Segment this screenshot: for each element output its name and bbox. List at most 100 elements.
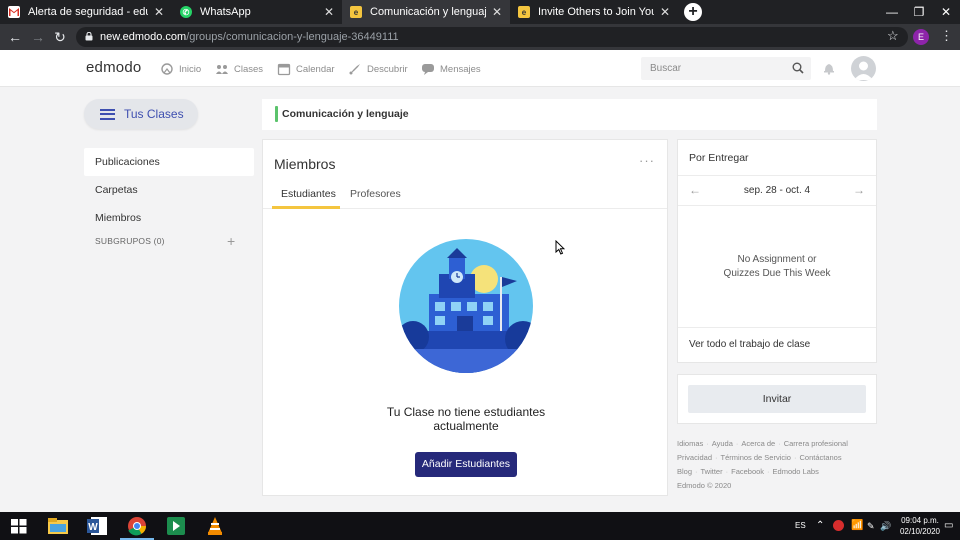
nav-label: Mensajes xyxy=(440,63,481,75)
file-explorer-icon[interactable] xyxy=(47,516,69,536)
members-tabs: Estudiantes Profesores xyxy=(263,185,667,209)
browser-tab-title: Alerta de seguridad - educapren xyxy=(28,6,148,18)
footer-link-carrera[interactable]: Carrera profesional xyxy=(784,439,848,448)
tab-profesores[interactable]: Profesores xyxy=(350,188,410,209)
week-date-range: sep. 28 - oct. 4 xyxy=(743,185,811,196)
tray-chevron-icon[interactable]: ⌃ xyxy=(816,512,824,540)
reload-icon[interactable]: ↻ xyxy=(51,28,69,46)
footer-link-terminos[interactable]: Términos de Servicio xyxy=(721,453,791,462)
edmodo-header: edmodo Inicio Clases Calendar Descubrir … xyxy=(0,50,960,87)
browser-tab-title: WhatsApp xyxy=(200,6,251,18)
add-subgroup-icon[interactable]: + xyxy=(227,234,239,248)
edmodo-icon: e xyxy=(350,6,362,18)
home-icon xyxy=(161,63,173,75)
view-all-classwork-link[interactable]: Ver todo el trabajo de clase xyxy=(689,339,810,350)
browser-tab-edmodo-class[interactable]: e Comunicación y lenguaje | Edmo ✕ xyxy=(342,0,510,24)
forward-icon[interactable]: → xyxy=(29,28,47,46)
invite-card: Invitar xyxy=(677,374,877,424)
sidebar-item-publicaciones[interactable]: Publicaciones xyxy=(84,148,254,176)
footer-link-contactanos[interactable]: Contáctanos xyxy=(799,453,841,462)
profile-avatar[interactable]: E xyxy=(913,29,929,45)
notifications-bell-icon[interactable] xyxy=(822,61,836,75)
svg-text:W: W xyxy=(88,522,98,533)
user-silhouette-icon xyxy=(854,61,873,80)
clock-date: 02/10/2020 xyxy=(899,527,941,536)
messages-icon xyxy=(422,64,434,75)
url-field[interactable]: new.edmodo.com/groups/comunicacion-y-len… xyxy=(76,27,908,47)
nav-label: Inicio xyxy=(179,63,202,75)
nav-calendar[interactable]: Calendar xyxy=(277,61,335,77)
classes-icon xyxy=(216,65,228,74)
close-tab-icon[interactable]: ✕ xyxy=(324,5,334,19)
new-tab-icon[interactable]: + xyxy=(684,3,702,21)
browser-tab-whatsapp[interactable]: ✆ WhatsApp ✕ xyxy=(172,0,342,24)
footer-link-ayuda[interactable]: Ayuda xyxy=(712,439,733,448)
browser-menu-icon[interactable]: ⋮ xyxy=(940,28,953,44)
taskbar-clock[interactable]: 09:04 p.m. 02/10/2020 xyxy=(890,515,950,537)
user-avatar[interactable] xyxy=(851,56,876,81)
nav-label: Descubrir xyxy=(367,63,408,75)
footer-link-privacidad[interactable]: Privacidad xyxy=(677,453,712,462)
browser-tab-invite[interactable]: e Invite Others to Join Your Class/ ✕ xyxy=(510,0,678,24)
close-window-icon[interactable]: ✕ xyxy=(933,0,959,24)
calendar-icon xyxy=(277,63,291,76)
footer-link-blog[interactable]: Blog xyxy=(677,467,692,476)
word-icon[interactable]: W xyxy=(86,516,108,536)
nav-inicio[interactable]: Inicio xyxy=(160,61,201,77)
vlc-icon[interactable] xyxy=(204,516,226,536)
url-path: /groups/comunicacion-y-lenguaje-36449111 xyxy=(186,31,399,43)
url-host: new.edmodo.com xyxy=(100,31,187,43)
sidebar-item-miembros[interactable]: Miembros xyxy=(84,204,254,232)
pen-icon[interactable]: ✎ xyxy=(867,512,875,540)
close-tab-icon[interactable]: ✕ xyxy=(660,5,670,19)
search-input[interactable] xyxy=(641,57,791,80)
edmodo-icon: e xyxy=(518,6,530,18)
por-entregar-title: Por Entregar xyxy=(689,152,749,164)
network-icon[interactable]: 📶 xyxy=(851,512,863,540)
footer-link-labs[interactable]: Edmodo Labs xyxy=(773,467,819,476)
next-week-icon[interactable]: → xyxy=(853,183,865,197)
empty-students-message: Tu Clase no tiene estudiantes actualment… xyxy=(386,405,546,433)
footer-link-idiomas[interactable]: Idiomas xyxy=(677,439,703,448)
tus-clases-button[interactable]: Tus Clases xyxy=(84,99,198,129)
close-tab-icon[interactable]: ✕ xyxy=(154,5,164,19)
minimize-icon[interactable]: — xyxy=(879,0,905,24)
windows-taskbar: W ES ⌃ 📶 ✎ 🔊 09:04 p.m. 02/10/2020 ▭ xyxy=(0,512,960,540)
chrome-icon[interactable] xyxy=(126,516,148,536)
edmodo-logo[interactable]: edmodo xyxy=(86,59,141,76)
bookmark-star-icon[interactable]: ☆ xyxy=(887,28,899,44)
tab-estudiantes[interactable]: Estudiantes xyxy=(272,188,340,209)
camtasia-icon[interactable] xyxy=(165,516,187,536)
members-panel: Miembros ··· Estudiantes Profesores Tu C… xyxy=(262,139,668,496)
class-title-bar: Comunicación y lenguaje xyxy=(262,99,877,130)
restore-icon[interactable]: ❐ xyxy=(906,0,932,24)
notifications-icon[interactable]: ▭ xyxy=(944,512,953,540)
school-illustration xyxy=(399,239,533,373)
clock-time: 09:04 p.m. xyxy=(901,516,939,525)
back-icon[interactable]: ← xyxy=(6,28,24,46)
add-students-button[interactable]: Añadir Estudiantes xyxy=(415,452,517,477)
nav-mensajes[interactable]: Mensajes xyxy=(421,61,481,77)
more-options-icon[interactable]: ··· xyxy=(639,153,655,168)
close-tab-icon[interactable]: ✕ xyxy=(492,5,502,19)
tray-app-icon[interactable] xyxy=(833,512,844,540)
nav-label: Calendar xyxy=(296,63,335,75)
browser-tab-gmail[interactable]: Alerta de seguridad - educapren ✕ xyxy=(0,0,172,24)
language-indicator[interactable]: ES xyxy=(795,512,806,540)
discover-icon xyxy=(349,64,360,75)
lock-icon xyxy=(85,32,93,41)
invite-button[interactable]: Invitar xyxy=(688,385,866,413)
footer-link-twitter[interactable]: Twitter xyxy=(701,467,723,476)
nav-clases[interactable]: Clases xyxy=(215,61,263,77)
footer-link-acerca[interactable]: Acerca de xyxy=(741,439,775,448)
search-icon[interactable] xyxy=(792,62,804,74)
tus-clases-label: Tus Clases xyxy=(124,107,184,121)
footer-link-facebook[interactable]: Facebook xyxy=(731,467,764,476)
nav-descubrir[interactable]: Descubrir xyxy=(348,61,408,77)
mouse-cursor-icon xyxy=(555,240,565,255)
class-sidebar: Publicaciones Carpetas Miembros xyxy=(84,148,254,232)
subgroups-label[interactable]: SUBGRUPOS (0) xyxy=(95,236,165,246)
windows-start-icon[interactable] xyxy=(10,516,28,536)
no-assignments-message: No Assignment or Quizzes Due This Week xyxy=(678,253,876,281)
sidebar-item-carpetas[interactable]: Carpetas xyxy=(84,176,254,204)
